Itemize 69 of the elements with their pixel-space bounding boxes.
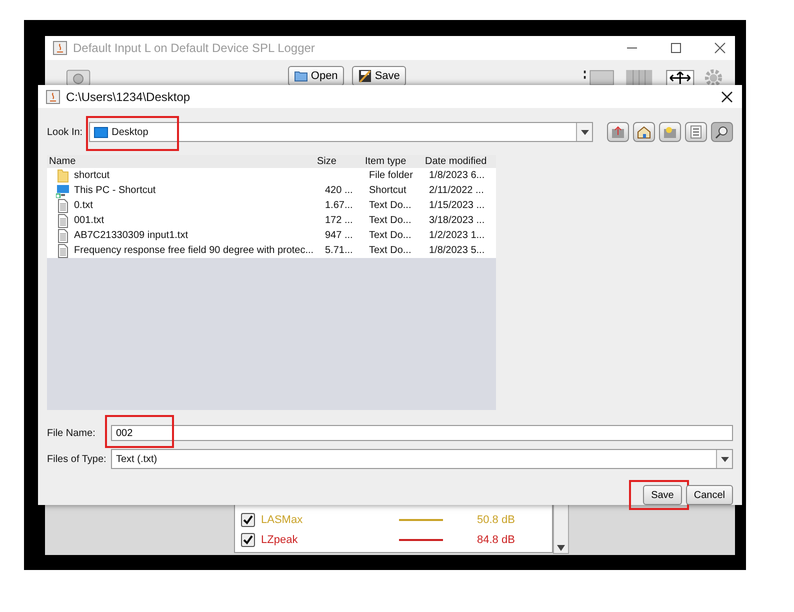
series-value: 50.8 dB — [477, 514, 515, 526]
file-type-label: Files of Type: — [47, 454, 108, 464]
home-icon — [637, 125, 651, 139]
home-button[interactable] — [633, 122, 655, 142]
file-name[interactable]: AB7C21330309 input1.txt — [74, 230, 188, 241]
toolbar-button[interactable]: Save — [352, 66, 406, 86]
dialog-button[interactable]: Save — [643, 485, 682, 505]
close-icon[interactable] — [720, 90, 734, 104]
dialog-title: C:\Users\1234\Desktop — [66, 90, 190, 104]
file-size: 947 ... — [325, 230, 353, 241]
new-folder-button[interactable] — [659, 122, 681, 142]
caret-icon — [580, 130, 588, 134]
up-folder-button[interactable] — [607, 122, 629, 142]
file-type: Shortcut — [369, 185, 406, 196]
desktop-icon — [94, 126, 108, 138]
file-type: File folder — [369, 170, 413, 181]
column-header[interactable]: Item type — [361, 156, 421, 167]
dialog-button[interactable]: Cancel — [686, 485, 733, 505]
file-name[interactable]: 0.txt — [74, 200, 93, 211]
folder-icon — [294, 69, 308, 83]
file-name[interactable]: This PC - Shortcut — [74, 185, 156, 196]
file-type: Text Do... — [369, 230, 412, 241]
file-date: 1/8/2023 6... — [429, 170, 485, 181]
checkbox[interactable] — [241, 533, 255, 547]
file-date: 2/11/2022 ... — [429, 185, 484, 196]
scrollbar[interactable] — [553, 502, 569, 554]
scroll-down-icon[interactable] — [557, 545, 565, 551]
app-icon — [53, 41, 67, 55]
column-header[interactable]: Date modified — [421, 156, 496, 167]
caret-icon — [720, 456, 728, 462]
look-in-label: Look In: — [47, 126, 83, 138]
file-name[interactable]: shortcut — [74, 170, 110, 181]
file-type: Text Do... — [369, 245, 412, 256]
file-type-dropdown[interactable]: Text (.txt) — [111, 449, 733, 469]
file-name[interactable]: Frequency response free field 90 degree with protec... — [74, 245, 314, 256]
line-swatch — [399, 539, 443, 541]
window-title: Default Input L on Default Device SPL Logger — [73, 41, 315, 55]
toolbar-button[interactable]: Open — [288, 66, 344, 86]
close-icon[interactable] — [713, 41, 727, 55]
series-name: LZpeak — [261, 534, 299, 546]
floppy-disk-icon — [358, 69, 372, 83]
maximize-icon[interactable] — [669, 41, 683, 55]
new-folder-icon — [663, 125, 677, 139]
file-name-field[interactable]: 002 — [111, 425, 733, 441]
app-icon — [46, 90, 60, 104]
file-size: 1.67... — [325, 200, 353, 211]
series-value: 84.8 dB — [477, 534, 515, 546]
look-in-dropdown[interactable]: Desktop — [88, 122, 593, 142]
list-view-button[interactable] — [685, 122, 707, 142]
file-type: Text Do... — [369, 200, 412, 211]
file-size: 172 ... — [325, 215, 353, 226]
file-name-label: File Name: — [47, 428, 96, 438]
file-size: 5.71... — [325, 245, 353, 256]
magnifier-icon — [715, 125, 729, 139]
column-header[interactable]: Name — [47, 156, 317, 167]
line-swatch — [399, 519, 443, 521]
file-date: 3/18/2023 ... — [429, 215, 485, 226]
file-name[interactable]: 001.txt — [74, 215, 104, 226]
file-date: 1/2/2023 1... — [429, 230, 485, 241]
series-name: LASMax — [261, 514, 304, 526]
file-date: 1/15/2023 ... — [429, 200, 485, 211]
column-header[interactable]: Size — [317, 156, 361, 167]
file-date: 1/8/2023 5... — [429, 245, 485, 256]
file-size: 420 ... — [325, 185, 353, 196]
checkbox[interactable] — [241, 513, 255, 527]
list-icon — [689, 125, 703, 139]
details-view-button[interactable] — [711, 122, 733, 142]
file-type: Text Do... — [369, 215, 412, 226]
folder-up-icon — [611, 125, 625, 139]
